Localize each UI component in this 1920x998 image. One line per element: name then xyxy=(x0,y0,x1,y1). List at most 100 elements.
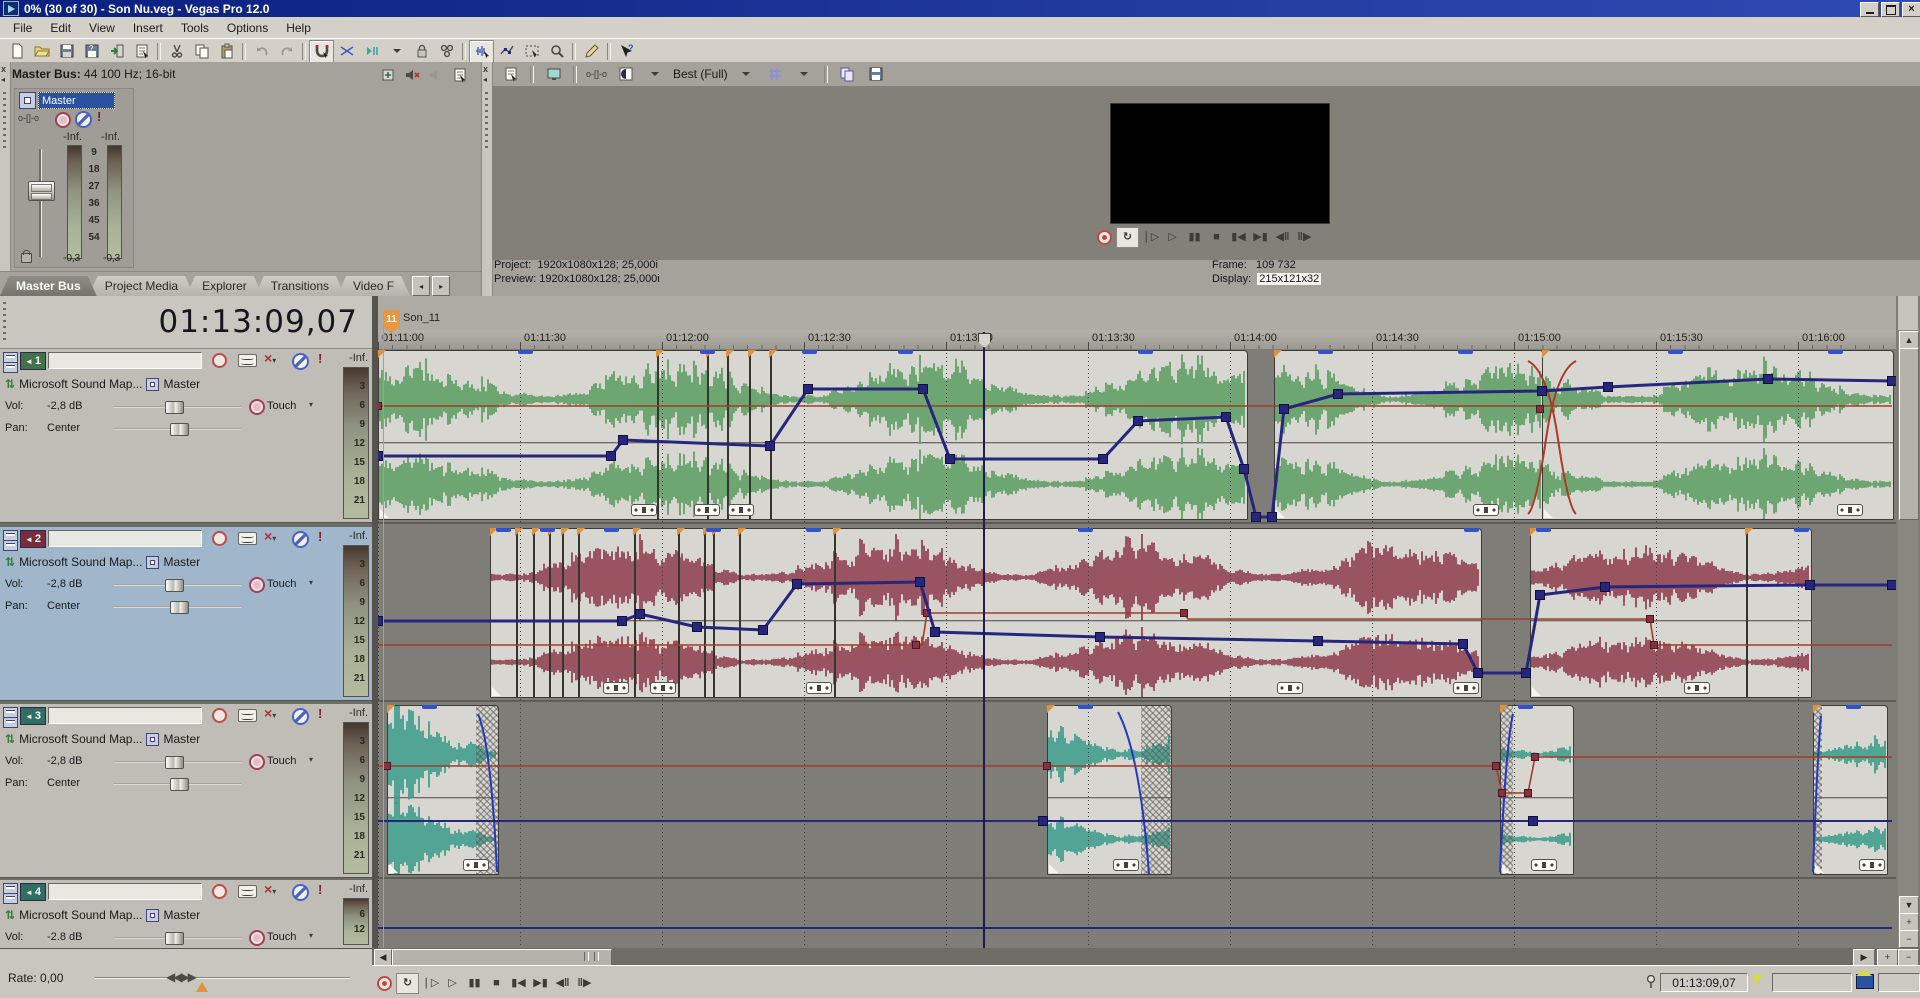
pan-value[interactable]: Center xyxy=(47,422,80,434)
menu-edit[interactable]: Edit xyxy=(41,18,80,38)
mute-icon[interactable]: ×▾ xyxy=(264,350,276,366)
event-fade-corner[interactable] xyxy=(1815,864,1824,873)
track-restore-icon[interactable] xyxy=(3,893,18,904)
stop-icon[interactable]: ■ xyxy=(486,974,507,993)
previous-frame-icon[interactable]: ◀‖ xyxy=(552,974,573,993)
scroll-left-icon[interactable]: ◀ xyxy=(374,949,392,966)
event-split[interactable] xyxy=(770,351,772,519)
track-header-1[interactable]: ◄1×▾!-Inf.⇅Microsoft Sound Map...MasterV… xyxy=(0,349,372,523)
event-fx-icon[interactable] xyxy=(1473,504,1499,516)
next-frame-icon[interactable]: ‖▶ xyxy=(1294,228,1315,247)
event-fade-corner[interactable] xyxy=(492,687,501,696)
scroll-down-icon[interactable]: ▼ xyxy=(1899,896,1919,914)
insert-assignable-fx-icon[interactable] xyxy=(380,67,396,86)
event-fade-corner[interactable] xyxy=(380,509,389,518)
track-envelope-icon[interactable] xyxy=(238,354,257,367)
bus-assign-icon[interactable] xyxy=(146,556,159,569)
track-row-2[interactable] xyxy=(378,527,1896,702)
previous-frame-icon[interactable]: ◀‖ xyxy=(1272,228,1293,247)
audio-event[interactable] xyxy=(1047,705,1172,875)
automation-mode[interactable]: Touch xyxy=(267,931,296,943)
tab-master-bus[interactable]: Master Bus xyxy=(0,276,97,296)
rate-slider-track[interactable] xyxy=(95,977,350,979)
vol-slider[interactable] xyxy=(113,937,241,939)
pan-value[interactable]: Center xyxy=(47,777,80,789)
enable-snapping-icon[interactable] xyxy=(309,40,334,63)
mute-icon[interactable]: ×▾ xyxy=(264,705,276,721)
record-icon[interactable] xyxy=(1094,228,1115,247)
vol-slider-handle[interactable] xyxy=(165,756,184,769)
master-name-field[interactable]: Master xyxy=(38,92,115,109)
normal-edit-tool-icon[interactable] xyxy=(469,40,494,63)
auto-crossfades-icon[interactable] xyxy=(334,40,359,63)
event-fx-icon[interactable] xyxy=(728,504,754,516)
hscroll-thumb[interactable] xyxy=(392,949,612,966)
caret-down-icon[interactable] xyxy=(792,63,817,86)
time-ruler[interactable]: 01:11:0001:11:3001:12:0001:12:3001:13:00… xyxy=(378,330,1896,350)
maximize-icon[interactable] xyxy=(1881,2,1900,17)
event-split[interactable] xyxy=(578,529,580,697)
event-split[interactable] xyxy=(533,529,535,697)
vol-value[interactable]: -2.8 dB xyxy=(47,931,82,943)
rate-slider-handle[interactable]: ◀◀▶▶ xyxy=(166,970,195,984)
envelope-edit-tool-icon[interactable] xyxy=(494,40,519,63)
loop-playback-icon[interactable]: ↻ xyxy=(396,973,419,994)
caret-down-icon[interactable] xyxy=(642,63,667,86)
save-snapshot-icon[interactable] xyxy=(864,63,889,86)
automation-caret-icon[interactable]: ▾ xyxy=(309,400,313,409)
close-pane-icon[interactable]: x xyxy=(483,64,488,74)
menu-help[interactable]: Help xyxy=(277,18,320,38)
automation-gear-icon[interactable] xyxy=(249,399,265,415)
stop-icon[interactable]: ■ xyxy=(1206,228,1227,247)
event-fx-icon[interactable] xyxy=(1453,682,1479,694)
paint-tool-icon[interactable] xyxy=(579,40,604,63)
event-split[interactable] xyxy=(727,351,729,519)
record-icon[interactable] xyxy=(374,974,395,993)
solo-icon[interactable] xyxy=(292,353,309,370)
event-fx-icon[interactable] xyxy=(1859,859,1885,871)
track-name-field[interactable] xyxy=(48,352,202,369)
event-fx-icon[interactable] xyxy=(1684,682,1710,694)
loop-playback-icon[interactable]: ↻ xyxy=(1116,227,1139,248)
automation-caret-icon[interactable]: ▾ xyxy=(309,931,313,940)
vol-value[interactable]: -2,8 dB xyxy=(47,400,82,412)
copy-icon[interactable] xyxy=(189,40,214,63)
event-fade-corner[interactable] xyxy=(1544,509,1553,518)
solo-icon[interactable] xyxy=(292,708,309,725)
lock-icon[interactable] xyxy=(21,253,32,263)
audio-event[interactable] xyxy=(387,705,499,875)
event-fade-out[interactable] xyxy=(476,706,498,874)
minimize-icon[interactable] xyxy=(1860,2,1879,17)
solo-icon[interactable]: ! xyxy=(97,109,101,124)
event-fade-corner[interactable] xyxy=(389,864,398,873)
scroll-up-icon[interactable]: ▲ xyxy=(1899,331,1919,349)
close-icon[interactable]: × xyxy=(1902,2,1920,17)
copy-snapshot-icon[interactable] xyxy=(835,63,860,86)
track-bus[interactable]: Master xyxy=(163,555,200,569)
vol-slider-handle[interactable] xyxy=(165,401,184,414)
phase-icon[interactable]: ! xyxy=(318,706,322,721)
render-as-icon[interactable]: ? xyxy=(79,40,104,63)
pan-slider[interactable] xyxy=(113,428,241,430)
automation-caret-icon[interactable]: ▾ xyxy=(309,578,313,587)
automation-gear-icon[interactable] xyxy=(249,754,265,770)
zoom-out-time-icon[interactable]: − xyxy=(1898,949,1919,966)
track-device[interactable]: Microsoft Sound Map... xyxy=(19,555,142,569)
vol-slider-handle[interactable] xyxy=(165,579,184,592)
pause-icon[interactable]: ▮▮ xyxy=(464,974,485,993)
dock-arrow-icon[interactable]: ◂ xyxy=(483,75,487,84)
pan-slider-handle[interactable] xyxy=(170,601,189,614)
audio-event[interactable] xyxy=(1813,705,1888,875)
project-properties-icon[interactable] xyxy=(129,40,154,63)
play-from-start-icon[interactable]: ❘▷ xyxy=(420,974,441,993)
save-icon[interactable] xyxy=(54,40,79,63)
play-icon[interactable]: ▷ xyxy=(1162,228,1183,247)
event-fade-in[interactable] xyxy=(1814,706,1822,874)
event-fx-icon[interactable] xyxy=(1113,859,1139,871)
undo-icon[interactable] xyxy=(249,40,274,63)
track-device[interactable]: Microsoft Sound Map... xyxy=(19,377,142,391)
redo-icon[interactable] xyxy=(274,40,299,63)
selection-edit-tool-icon[interactable] xyxy=(519,40,544,63)
event-fade-out[interactable] xyxy=(1141,706,1171,874)
track-restore-icon[interactable] xyxy=(3,362,18,373)
